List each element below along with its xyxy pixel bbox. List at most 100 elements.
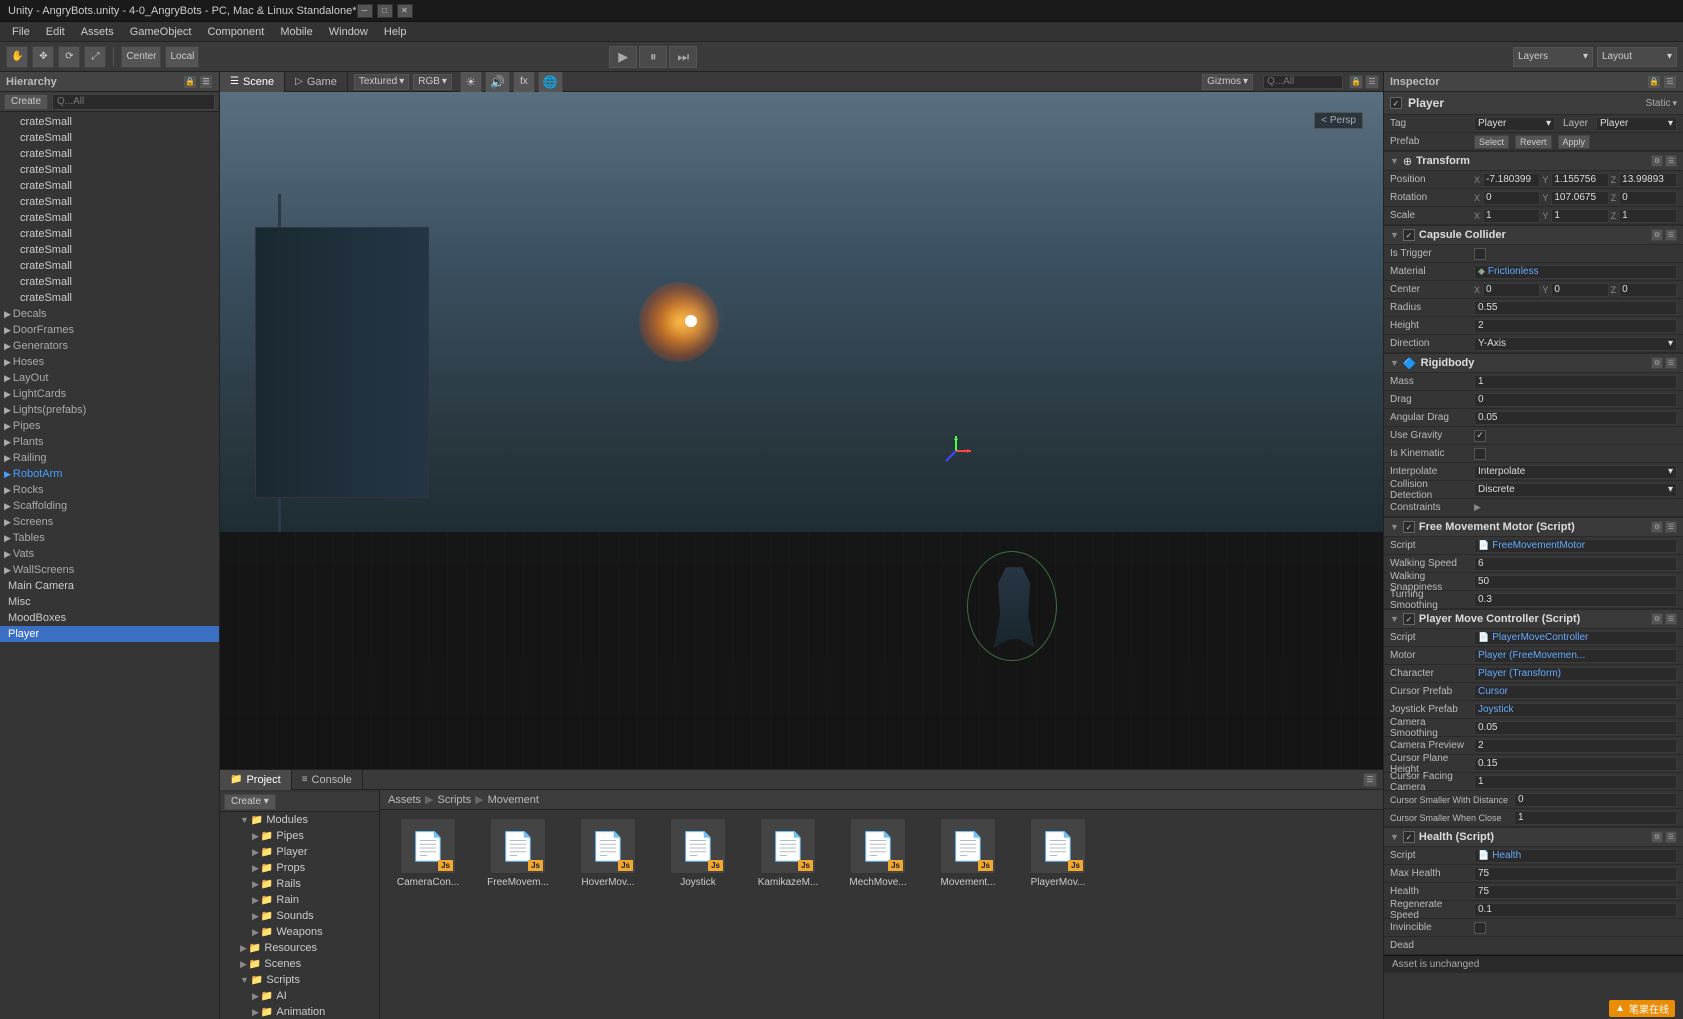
tab-game[interactable]: ▷ Game bbox=[285, 72, 348, 92]
rigidbody-settings-btn[interactable]: ⚙ bbox=[1651, 357, 1663, 369]
scene-search-input[interactable] bbox=[1263, 75, 1343, 89]
direction-dropdown[interactable]: Y-Axis▾ bbox=[1474, 337, 1677, 351]
file-freemovement[interactable]: 📄 Js FreeMovem... bbox=[478, 818, 558, 888]
hierarchy-group-hoses[interactable]: ▶ Hoses bbox=[0, 354, 219, 370]
drag-val[interactable]: 0 bbox=[1474, 393, 1677, 407]
menu-help[interactable]: Help bbox=[376, 24, 415, 40]
cursor-prefab-ref[interactable]: Cursor bbox=[1474, 685, 1677, 699]
scale-tool[interactable]: ⤢ bbox=[84, 46, 106, 68]
tab-project[interactable]: 📁 Project bbox=[220, 770, 292, 790]
health-menu-btn[interactable]: ☰ bbox=[1665, 831, 1677, 843]
center-btn[interactable]: Center bbox=[121, 46, 161, 68]
project-item-weapons[interactable]: ▶📁Weapons bbox=[220, 924, 379, 940]
joystick-prefab-ref[interactable]: Joystick bbox=[1474, 703, 1677, 717]
player-move-section[interactable]: ▼ ✓ Player Move Controller (Script) ⚙ ☰ bbox=[1384, 609, 1683, 629]
list-item[interactable]: crateSmall bbox=[0, 114, 219, 130]
hierarchy-item-misc[interactable]: Misc bbox=[0, 594, 219, 610]
list-item[interactable]: crateSmall bbox=[0, 146, 219, 162]
hierarchy-group-decals[interactable]: ▶ Decals bbox=[0, 306, 219, 322]
hierarchy-group-scaffolding[interactable]: ▶ Scaffolding bbox=[0, 498, 219, 514]
free-movement-menu-btn[interactable]: ☰ bbox=[1665, 521, 1677, 533]
angular-drag-val[interactable]: 0.05 bbox=[1474, 411, 1677, 425]
scene-lock-btn[interactable]: 🔒 bbox=[1349, 75, 1363, 89]
menu-mobile[interactable]: Mobile bbox=[272, 24, 320, 40]
center-y[interactable]: 0 bbox=[1551, 283, 1608, 297]
player-move-enable[interactable]: ✓ bbox=[1403, 613, 1415, 625]
rotate-tool[interactable]: ⟳ bbox=[58, 46, 80, 68]
list-item[interactable]: crateSmall bbox=[0, 274, 219, 290]
list-item[interactable]: crateSmall bbox=[0, 226, 219, 242]
constraints-arrow[interactable]: ▶ bbox=[1474, 502, 1481, 513]
layers-dropdown[interactable]: Layers▾ bbox=[1513, 47, 1593, 67]
cursor-facing-val[interactable]: 1 bbox=[1474, 775, 1677, 789]
hierarchy-menu-btn[interactable]: ☰ bbox=[199, 75, 213, 89]
project-item-ai[interactable]: ▶📁AI bbox=[220, 988, 379, 1004]
file-movement[interactable]: 📄 Js Movement... bbox=[928, 818, 1008, 888]
cursor-smaller-close-val[interactable]: 1 bbox=[1514, 811, 1677, 825]
fm-script-ref[interactable]: 📄 FreeMovementMotor bbox=[1474, 539, 1677, 553]
rigidbody-menu-btn[interactable]: ☰ bbox=[1665, 357, 1677, 369]
interpolate-dropdown[interactable]: Interpolate▾ bbox=[1474, 465, 1677, 479]
list-item[interactable]: crateSmall bbox=[0, 178, 219, 194]
is-kinematic-val[interactable] bbox=[1474, 448, 1486, 460]
cursor-plane-val[interactable]: 0.15 bbox=[1474, 757, 1677, 771]
close-button[interactable]: ✕ bbox=[397, 4, 413, 18]
hierarchy-create-btn[interactable]: Create bbox=[4, 94, 48, 110]
play-button[interactable]: ▶ bbox=[609, 46, 637, 68]
scene-light-btn[interactable]: ☀ bbox=[460, 72, 482, 93]
hierarchy-group-generators[interactable]: ▶ Generators bbox=[0, 338, 219, 354]
list-item[interactable]: crateSmall bbox=[0, 130, 219, 146]
hierarchy-group-doorframes[interactable]: ▶ DoorFrames bbox=[0, 322, 219, 338]
menu-assets[interactable]: Assets bbox=[73, 24, 122, 40]
use-gravity-val[interactable]: ✓ bbox=[1474, 430, 1486, 442]
scale-x-val[interactable]: 1 bbox=[1483, 209, 1540, 223]
layer-dropdown[interactable]: Player▾ bbox=[1596, 117, 1677, 131]
cursor-smaller-dist-val[interactable]: 0 bbox=[1514, 793, 1677, 807]
move-tool[interactable]: ✥ bbox=[32, 46, 54, 68]
bottom-panel-menu-btn[interactable]: ☰ bbox=[1363, 773, 1377, 787]
prefab-select-btn[interactable]: Select bbox=[1474, 135, 1509, 149]
project-item-rails[interactable]: ▶📁Rails bbox=[220, 876, 379, 892]
scale-z-val[interactable]: 1 bbox=[1619, 209, 1677, 223]
local-btn[interactable]: Local bbox=[165, 46, 199, 68]
center-z[interactable]: 0 bbox=[1619, 283, 1677, 297]
mass-val[interactable]: 1 bbox=[1474, 375, 1677, 389]
capsule-collider-section[interactable]: ▼ ✓ Capsule Collider ⚙ ☰ bbox=[1384, 225, 1683, 245]
list-item[interactable]: crateSmall bbox=[0, 194, 219, 210]
hierarchy-search[interactable] bbox=[52, 94, 215, 110]
pause-button[interactable]: ⏸ bbox=[639, 46, 667, 68]
health-section[interactable]: ▼ ✓ Health (Script) ⚙ ☰ bbox=[1384, 827, 1683, 847]
project-item-scenes[interactable]: ▶📁Scenes bbox=[220, 956, 379, 972]
project-item-rain[interactable]: ▶📁Rain bbox=[220, 892, 379, 908]
health-settings-btn[interactable]: ⚙ bbox=[1651, 831, 1663, 843]
restore-button[interactable]: □ bbox=[377, 4, 393, 18]
hierarchy-group-tables[interactable]: ▶ Tables bbox=[0, 530, 219, 546]
max-health-val[interactable]: 75 bbox=[1474, 867, 1677, 881]
hierarchy-item-player[interactable]: Player bbox=[0, 626, 219, 642]
hierarchy-group-lights[interactable]: ▶ Lights(prefabs) bbox=[0, 402, 219, 418]
textured-dropdown[interactable]: Textured▾ bbox=[354, 74, 409, 90]
list-item[interactable]: crateSmall bbox=[0, 162, 219, 178]
capsule-menu-btn[interactable]: ☰ bbox=[1665, 229, 1677, 241]
project-item-player[interactable]: ▶📁Player bbox=[220, 844, 379, 860]
motor-ref[interactable]: Player (FreeMovemen... bbox=[1474, 649, 1677, 663]
camera-smoothing-val[interactable]: 0.05 bbox=[1474, 721, 1677, 735]
path-scripts[interactable]: Scripts bbox=[437, 794, 471, 806]
file-kamikaze[interactable]: 📄 Js KamikazeM... bbox=[748, 818, 828, 888]
menu-file[interactable]: File bbox=[4, 24, 38, 40]
project-item-props[interactable]: ▶📁Props bbox=[220, 860, 379, 876]
h-script-ref[interactable]: 📄 Health bbox=[1474, 849, 1677, 863]
scene-menu-btn[interactable]: ☰ bbox=[1365, 75, 1379, 89]
inspector-lock-btn[interactable]: 🔒 bbox=[1647, 75, 1661, 89]
transform-settings-btn[interactable]: ⚙ bbox=[1651, 155, 1663, 167]
walking-speed-val[interactable]: 6 bbox=[1474, 557, 1677, 571]
rot-z-val[interactable]: 0 bbox=[1619, 191, 1677, 205]
scale-y-val[interactable]: 1 bbox=[1551, 209, 1608, 223]
player-move-settings-btn[interactable]: ⚙ bbox=[1651, 613, 1663, 625]
hierarchy-group-rocks[interactable]: ▶ Rocks bbox=[0, 482, 219, 498]
transform-menu-btn[interactable]: ☰ bbox=[1665, 155, 1677, 167]
tab-scene[interactable]: ☰ Scene bbox=[220, 72, 285, 92]
prefab-revert-btn[interactable]: Revert bbox=[1515, 135, 1552, 149]
hierarchy-group-layout[interactable]: ▶ LayOut bbox=[0, 370, 219, 386]
hierarchy-item-maincamera[interactable]: Main Camera bbox=[0, 578, 219, 594]
